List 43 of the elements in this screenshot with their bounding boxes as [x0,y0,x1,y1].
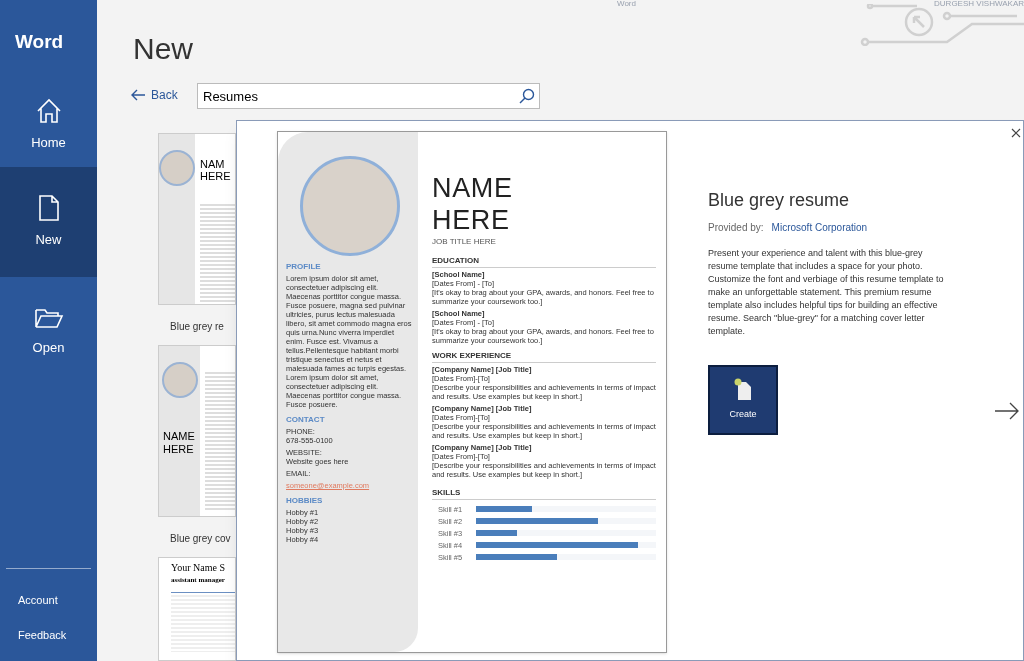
next-arrow-icon[interactable] [995,402,1019,420]
section-heading: HOBBIES [286,496,324,506]
template-thumbnail[interactable]: NAME HERE [158,345,236,517]
search-field[interactable]: Resumes [197,83,540,109]
app-name: Word [14,30,65,54]
section-heading: EDUCATION [432,256,656,268]
thumbnail-name: Your Name S [171,561,225,575]
sidebar-item[interactable]: Home [0,82,97,167]
thumbnail-name: HERE [163,443,195,456]
section-heading: PROFILE [286,262,322,272]
template-title: Blue grey resume [708,189,851,212]
thumbnail-name: HERE [200,170,232,182]
folder-icon [33,306,64,331]
section-heading: WORK EXPERIENCE [432,351,656,363]
sidebar-item[interactable]: New [0,167,97,277]
job-title: JOB TITLE HERE [432,236,497,247]
template-label: Blue grey re [170,321,224,332]
sidebar-item[interactable]: Open [0,277,97,387]
template-label: Blue grey cov [170,533,231,544]
back-link[interactable]: Back [131,86,178,104]
template-description: Present your experience and talent with this blue-grey resume template that includes a space for your photo. Customize the font and verbiage of this resume template to make an unforgettable statement. This premium resume template also includes helpful tips for building an effective resume. Search "blue-grey" for a matching cover letter template. [708,247,945,338]
resume-name: NAME [432,172,514,204]
provider-link[interactable]: Microsoft Corporation [771,220,868,235]
photo-placeholder [161,362,198,398]
search-icon[interactable] [519,88,535,104]
thumbnail-name: NAM [200,158,226,170]
close-icon[interactable] [1011,128,1021,138]
sidebar-link[interactable]: Feedback [0,618,97,653]
back-arrow-icon [131,89,145,101]
resume-name: HERE [432,204,511,236]
section-heading: CONTACT [286,415,326,425]
window-title: Word [617,0,636,8]
user-name: DURGESH VISHWAKAR [934,0,1024,8]
document-icon [37,194,60,223]
create-button[interactable]: Create [708,365,778,435]
thumbnail-name: NAME [163,430,195,443]
page-title: New [133,31,193,67]
new-document-icon [734,378,752,401]
photo-placeholder [159,150,195,186]
provider-label: Provided by: [708,221,764,235]
section-heading: SKILLS [432,488,656,500]
template-thumbnail[interactable]: NAM HERE [158,133,236,305]
sidebar-link[interactable]: Account [0,583,97,618]
